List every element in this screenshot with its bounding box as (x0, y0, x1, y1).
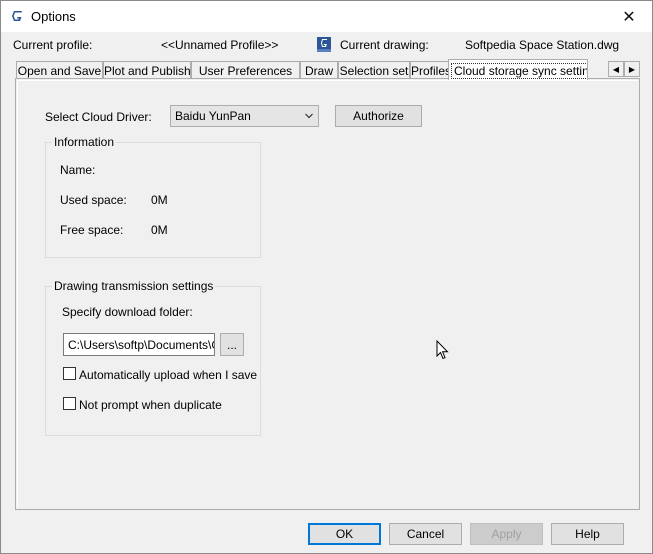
tab-user-preferences[interactable]: User Preferences (191, 61, 300, 79)
close-icon: ✕ (622, 8, 636, 26)
drawing-file-icon (317, 37, 331, 52)
help-button-label: Help (575, 527, 600, 541)
title-bar: Options ✕ (1, 1, 652, 32)
close-button[interactable]: ✕ (606, 1, 652, 32)
tab-label: Selection set (339, 64, 409, 78)
options-dialog: Options ✕ Current profile: <<Unnamed Pro… (0, 0, 653, 554)
tab-profiles[interactable]: Profiles (410, 61, 450, 79)
tab-plot-and-publish[interactable]: Plot and Publish (103, 61, 191, 79)
tab-selection-set[interactable]: Selection set (338, 61, 410, 79)
tab-scroll-left-button[interactable]: ◀ (608, 61, 624, 77)
current-profile-value: <<Unnamed Profile>> (161, 38, 279, 52)
current-drawing-value: Softpedia Space Station.dwg (465, 38, 620, 52)
cloud-driver-value: Baidu YunPan (175, 109, 251, 123)
help-button[interactable]: Help (551, 523, 624, 545)
arrow-right-icon: ▶ (628, 64, 636, 74)
profile-row: Current profile: <<Unnamed Profile>> Cur… (1, 35, 652, 55)
auto-upload-label[interactable]: Automatically upload when I save (79, 368, 257, 382)
tab-label: User Preferences (198, 64, 293, 78)
arrow-left-icon: ◀ (612, 64, 620, 74)
tab-open-and-save[interactable]: Open and Save (16, 61, 103, 79)
not-prompt-duplicate-checkbox[interactable] (63, 397, 76, 410)
app-logo-icon (12, 11, 22, 21)
current-profile-label: Current profile: (13, 38, 93, 52)
cancel-button[interactable]: Cancel (389, 523, 462, 545)
free-space-value: 0M (151, 223, 168, 237)
select-cloud-driver-label: Select Cloud Driver: (45, 110, 152, 124)
drawing-transmission-group-title: Drawing transmission settings (52, 279, 216, 293)
tab-strip: Open and Save Plot and Publish User Pref… (16, 59, 641, 80)
chevron-down-icon (305, 113, 313, 119)
tab-cloud-storage-sync-settings[interactable]: Cloud storage sync settings (448, 59, 588, 80)
tab-label: Cloud storage sync settings (451, 63, 587, 79)
tab-label: Plot and Publish (104, 64, 191, 78)
ok-button[interactable]: OK (308, 523, 381, 545)
used-space-label: Used space: (60, 193, 127, 207)
used-space-value: 0M (151, 193, 168, 207)
ok-button-label: OK (335, 527, 354, 541)
tab-label: Profiles (411, 64, 450, 78)
tab-label: Open and Save (17, 64, 102, 78)
download-folder-value: C:\Users\softp\Documents\Gs (68, 338, 215, 352)
authorize-button-label: Authorize (353, 109, 404, 123)
current-drawing-label: Current drawing: (340, 38, 429, 52)
not-prompt-duplicate-label[interactable]: Not prompt when duplicate (79, 398, 222, 412)
apply-button-label: Apply (491, 527, 522, 541)
mouse-cursor-icon (436, 340, 449, 360)
tab-scroll-right-button[interactable]: ▶ (624, 61, 640, 77)
authorize-button[interactable]: Authorize (335, 105, 422, 127)
window-title: Options (31, 9, 76, 24)
tab-label: Draw (304, 64, 333, 78)
auto-upload-checkbox[interactable] (63, 367, 76, 380)
free-space-label: Free space: (60, 223, 124, 237)
cancel-button-label: Cancel (406, 527, 445, 541)
tab-draw[interactable]: Draw (300, 61, 338, 79)
cloud-driver-select[interactable]: Baidu YunPan (170, 105, 319, 127)
download-folder-input[interactable]: C:\Users\softp\Documents\Gs (63, 333, 215, 356)
download-folder-label: Specify download folder: (62, 305, 193, 319)
name-label: Name: (60, 163, 96, 177)
browse-folder-button[interactable]: ... (220, 333, 244, 356)
information-group-title: Information (52, 135, 117, 149)
browse-button-label: ... (226, 337, 237, 352)
apply-button[interactable]: Apply (470, 523, 543, 545)
